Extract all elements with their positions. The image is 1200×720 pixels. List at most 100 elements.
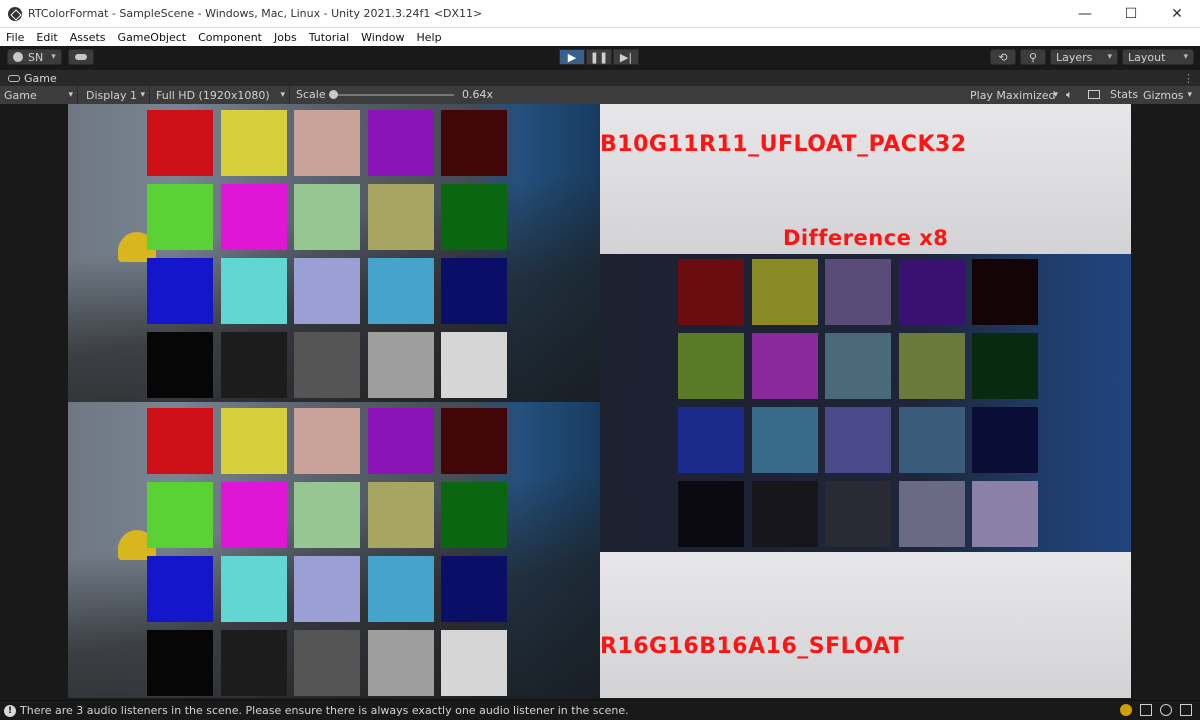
color-swatch-top-r1-c5	[441, 110, 507, 176]
menu-help[interactable]: Help	[411, 31, 448, 44]
toolbar-right: ⟲ ⚲ Layers Layout	[990, 49, 1194, 65]
minimize-button[interactable]: —	[1062, 0, 1108, 28]
audio-mute-icon[interactable]: 🔈︎	[1066, 88, 1073, 102]
tab-menu-icon[interactable]: ⋮	[1183, 72, 1194, 85]
layout-label: Layout	[1128, 50, 1166, 64]
play-mode-label: Play Maximized	[970, 88, 1056, 102]
account-icon	[13, 52, 23, 62]
layout-dropdown[interactable]: Layout	[1122, 49, 1194, 65]
view-mode-label: Game	[4, 88, 37, 102]
color-swatch-bottom-r4-c2	[220, 630, 287, 696]
color-swatch-bottom-r2-c4	[367, 482, 434, 548]
menu-assets[interactable]: Assets	[64, 31, 112, 44]
color-swatch-top-r4-c3	[294, 332, 360, 398]
display-dropdown[interactable]: Display 1	[78, 86, 150, 104]
diff-swatch-r3-c3	[825, 407, 891, 473]
layers-label: Layers	[1056, 50, 1093, 64]
close-button[interactable]: ✕	[1154, 0, 1200, 28]
color-swatch-bottom-r4-c4	[367, 630, 434, 696]
bottom-format-label: R16G16B16A16_SFLOAT	[600, 634, 905, 659]
display-label: Display 1	[86, 88, 138, 102]
history-icon: ⟲	[998, 50, 1008, 64]
color-swatch-top-r1-c1	[147, 110, 213, 176]
diff-swatch-r1-c1	[678, 259, 744, 325]
status-icons	[1120, 704, 1192, 716]
menu-jobs[interactable]: Jobs	[268, 31, 303, 44]
maximize-button[interactable]: ☐	[1108, 0, 1154, 28]
menu-tutorial[interactable]: Tutorial	[303, 31, 355, 44]
resolution-label: Full HD (1920x1080)	[156, 88, 270, 102]
color-swatch-top-r1-c3	[294, 110, 360, 176]
warning-icon: !	[4, 704, 16, 717]
search-icon: ⚲	[1028, 50, 1038, 64]
color-swatch-top-r2-c1	[147, 184, 213, 250]
play-button[interactable]: ▶	[559, 49, 585, 65]
history-button[interactable]: ⟲	[990, 49, 1016, 65]
play-mode-dropdown[interactable]: Play Maximized	[966, 86, 1062, 104]
cloud-button[interactable]	[67, 49, 94, 65]
color-swatch-top-r3-c4	[367, 258, 434, 324]
color-swatch-top-r4-c1	[147, 332, 213, 398]
account-label: SN	[28, 50, 44, 64]
menu-window[interactable]: Window	[355, 31, 410, 44]
cache-server-icon[interactable]	[1160, 704, 1172, 716]
stats-button[interactable]: Stats	[1110, 88, 1138, 101]
color-swatch-bottom-r3-c1	[147, 556, 213, 622]
pause-button[interactable]: ❚❚	[586, 49, 612, 65]
diff-swatch-r2-c2	[751, 333, 818, 399]
diff-swatch-r3-c4	[898, 407, 965, 473]
diff-swatch-r3-c5	[972, 407, 1038, 473]
game-view-toolbar: Game Display 1 Full HD (1920x1080) Scale…	[0, 86, 1200, 104]
color-swatch-top-r2-c5	[441, 184, 507, 250]
step-icon: ▶|	[619, 50, 633, 64]
tab-game[interactable]: Game	[0, 70, 65, 86]
menu-gameobject[interactable]: GameObject	[112, 31, 193, 44]
color-swatch-bottom-r2-c2	[220, 482, 287, 548]
menu-bar: File Edit Assets GameObject Component Jo…	[0, 28, 1200, 46]
color-swatch-top-r4-c2	[220, 332, 287, 398]
color-swatch-bottom-r4-c5	[441, 630, 507, 696]
shortcut-grid-icon[interactable]	[1088, 90, 1100, 99]
diff-swatch-r1-c2	[751, 259, 818, 325]
color-swatch-top-r3-c3	[294, 258, 360, 324]
menu-component[interactable]: Component	[192, 31, 268, 44]
gamepad-icon	[8, 74, 20, 82]
color-swatch-top-r2-c2	[220, 184, 287, 250]
menu-file[interactable]: File	[0, 31, 30, 44]
color-swatch-top-r2-c4	[367, 184, 434, 250]
cloud-icon	[74, 54, 87, 60]
color-swatch-bottom-r2-c3	[294, 482, 360, 548]
unity-logo-icon	[8, 6, 22, 21]
gizmos-dropdown[interactable]: Gizmos	[1140, 86, 1196, 104]
scale-value: 0.64x	[462, 88, 494, 101]
color-swatch-bottom-r3-c4	[367, 556, 434, 622]
color-swatch-top-r3-c5	[441, 258, 507, 324]
layers-stack-icon[interactable]	[1140, 704, 1152, 716]
scale-slider-handle[interactable]	[329, 90, 338, 99]
debug-icon[interactable]	[1120, 704, 1132, 716]
tab-game-label: Game	[24, 71, 57, 85]
color-swatch-bottom-r3-c3	[294, 556, 360, 622]
account-dropdown[interactable]: SN	[7, 49, 62, 65]
diff-swatch-r4-c3	[825, 481, 891, 547]
color-swatch-top-r1-c4	[367, 110, 434, 176]
game-viewport[interactable]: B10G11R11_UFLOAT_PACK32 Difference x8 R1…	[0, 104, 1200, 698]
menu-edit[interactable]: Edit	[30, 31, 63, 44]
diff-swatch-r2-c1	[678, 333, 744, 399]
step-button[interactable]: ▶|	[613, 49, 639, 65]
color-swatch-bottom-r1-c3	[294, 408, 360, 474]
scale-slider-track[interactable]	[334, 94, 454, 96]
format-panel-bottom: R16G16B16A16_SFLOAT	[600, 552, 1131, 698]
status-message[interactable]: There are 3 audio listeners in the scene…	[20, 704, 629, 717]
color-swatch-top-r2-c3	[294, 184, 360, 250]
collab-icon[interactable]	[1180, 704, 1192, 716]
layers-dropdown[interactable]: Layers	[1050, 49, 1118, 65]
resolution-dropdown[interactable]: Full HD (1920x1080)	[150, 86, 290, 104]
search-button[interactable]: ⚲	[1020, 49, 1046, 65]
diff-swatch-r2-c4	[898, 333, 965, 399]
play-icon: ▶	[567, 50, 577, 64]
color-swatch-bottom-r1-c2	[220, 408, 287, 474]
view-mode-dropdown[interactable]: Game	[0, 86, 78, 104]
scale-label: Scale	[296, 88, 326, 101]
color-swatch-bottom-r4-c1	[147, 630, 213, 696]
